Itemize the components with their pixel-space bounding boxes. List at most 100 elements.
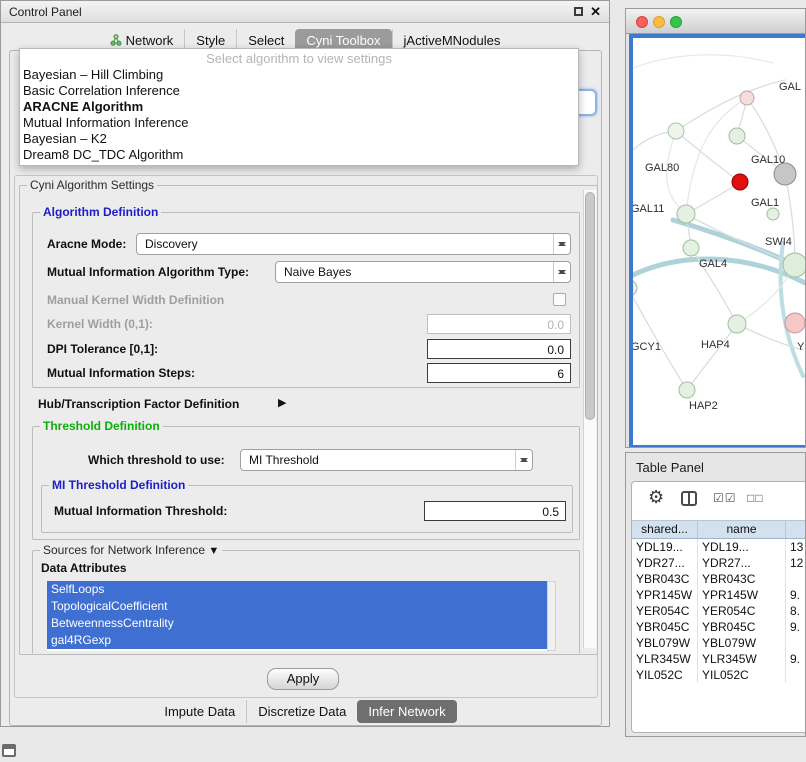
table-row[interactable]: YBL079WYBL079W — [632, 635, 806, 651]
mi-steps-label: Mutual Information Steps: — [47, 366, 195, 380]
kernel-width-input[interactable]: 0.0 — [427, 314, 571, 334]
which-threshold-value: MI Threshold — [249, 453, 319, 467]
network-node[interactable] — [767, 208, 779, 220]
table-cell: YPR145W — [698, 587, 786, 603]
close-traffic-light-icon[interactable] — [636, 16, 648, 28]
which-threshold-label: Which threshold to use: — [88, 453, 225, 467]
tab-impute-data[interactable]: Impute Data — [153, 700, 246, 723]
gear-icon[interactable]: ⚙ — [648, 487, 664, 508]
table-panel-content: ⚙ ☑☑ □□ shared...name YDL19...YDL19...13… — [631, 481, 806, 733]
network-node[interactable] — [729, 128, 745, 144]
table-cell: YLR345W — [632, 651, 698, 667]
table-cell: 12 — [786, 555, 806, 571]
manual-kernel-checkbox[interactable] — [553, 293, 566, 306]
apply-button[interactable]: Apply — [267, 668, 339, 690]
close-icon[interactable]: ✕ — [590, 4, 601, 20]
column-header[interactable] — [786, 521, 806, 538]
network-node[interactable] — [740, 91, 754, 105]
attribute-item-gal4rgexp[interactable]: gal4RGexp — [47, 632, 547, 649]
table-cell: 9. — [786, 587, 806, 603]
table-row[interactable]: YDL19...YDL19...13 — [632, 539, 806, 555]
table-row[interactable]: YLR345WYLR345W9. — [632, 651, 806, 667]
which-threshold-select[interactable]: MI Threshold — [240, 449, 533, 471]
table-cell — [786, 635, 806, 651]
select-rows-icon[interactable]: ☑☑ — [713, 491, 737, 505]
network-node[interactable] — [774, 163, 796, 185]
deselect-rows-icon[interactable]: □□ — [747, 491, 764, 505]
network-view-window: GALGAL80GAL10GAL11GAL1SWI4GAL4GCY1HAP4HA… — [625, 8, 806, 448]
network-node[interactable] — [668, 123, 684, 139]
hub-section-label[interactable]: Hub/Transcription Factor Definition — [38, 397, 239, 411]
network-node[interactable] — [732, 174, 748, 190]
mi-steps-input[interactable]: 6 — [427, 363, 571, 383]
network-node[interactable] — [785, 313, 805, 333]
table-row[interactable]: YBR045CYBR045C9. — [632, 619, 806, 635]
network-edge — [676, 80, 785, 131]
table-header[interactable]: shared...name — [632, 520, 806, 539]
columns-icon[interactable] — [681, 491, 697, 506]
sources-title[interactable]: Sources for Network Inference ▼ — [40, 543, 222, 557]
table-row[interactable]: YIL052CYIL052C — [632, 667, 806, 683]
combo-arrows-icon — [553, 234, 570, 254]
minimized-panel-icon[interactable] — [2, 744, 16, 757]
mi-threshold-input[interactable]: 0.5 — [424, 501, 566, 521]
table-row[interactable]: YPR145WYPR145W9. — [632, 587, 806, 603]
attributes-list-scrollbar[interactable] — [547, 581, 556, 651]
aracne-mode-select[interactable]: Discovery — [136, 233, 571, 255]
attribute-item-selfloops[interactable]: SelfLoops — [47, 581, 547, 598]
table-cell: 9. — [786, 619, 806, 635]
algorithm-option-basic-correlation-inference[interactable]: Basic Correlation Inference — [20, 83, 578, 99]
node-label: GCY1 — [633, 341, 661, 353]
table-cell: 9. — [786, 651, 806, 667]
node-label: SWI4 — [765, 236, 792, 248]
table-panel-title: Table Panel — [636, 460, 704, 475]
control-panel-title: Control Panel — [9, 5, 82, 19]
network-node[interactable] — [633, 280, 637, 296]
float-window-icon[interactable] — [574, 7, 583, 16]
network-node[interactable] — [728, 315, 746, 333]
algorithm-option-bayesian-hill-climbing[interactable]: Bayesian – Hill Climbing — [20, 67, 578, 83]
minimize-traffic-light-icon[interactable] — [653, 16, 665, 28]
algorithm-option-bayesian-k2[interactable]: Bayesian – K2 — [20, 131, 578, 147]
node-label: GAL1 — [751, 197, 779, 209]
mi-threshold-group-title: MI Threshold Definition — [49, 478, 188, 492]
table-row[interactable]: YER054CYER054C8. — [632, 603, 806, 619]
attribute-item-topologicalcoefficient[interactable]: TopologicalCoefficient — [47, 598, 547, 615]
tab-infer-network[interactable]: Infer Network — [357, 700, 456, 723]
table-cell: YIL052C — [632, 667, 698, 683]
kernel-width-label: Kernel Width (0,1): — [47, 317, 153, 331]
algorithm-dropdown-prompt: Select algorithm to view settings — [20, 49, 578, 67]
tab-label: Impute Data — [164, 704, 235, 719]
algorithm-option-mutual-information-inference[interactable]: Mutual Information Inference — [20, 115, 578, 131]
tab-discretize-data[interactable]: Discretize Data — [246, 700, 357, 723]
network-node[interactable] — [783, 253, 806, 277]
network-canvas[interactable]: GALGAL80GAL10GAL11GAL1SWI4GAL4GCY1HAP4HA… — [629, 34, 806, 448]
table-cell: YBR043C — [632, 571, 698, 587]
network-node[interactable] — [679, 382, 695, 398]
network-node[interactable] — [677, 205, 695, 223]
expand-right-icon[interactable]: ▶ — [278, 396, 286, 409]
table-cell: YDL19... — [632, 539, 698, 555]
column-header[interactable]: shared... — [632, 521, 698, 538]
column-header[interactable]: name — [698, 521, 786, 538]
table-row[interactable]: YDR27...YDR27...12 — [632, 555, 806, 571]
expand-down-icon[interactable]: ▼ — [208, 545, 219, 557]
table-cell — [786, 667, 806, 683]
zoom-traffic-light-icon[interactable] — [670, 16, 682, 28]
node-label: Y — [797, 341, 805, 353]
algorithm-option-dream8-dc-tdc-algorithm[interactable]: Dream8 DC_TDC Algorithm — [20, 147, 578, 163]
settings-scrollbar[interactable] — [583, 190, 596, 648]
mi-algorithm-type-select[interactable]: Naive Bayes — [275, 261, 571, 283]
table-cell: YBR043C — [698, 571, 786, 587]
scrollbar-thumb[interactable] — [585, 192, 595, 420]
attribute-item-betweennesscentrality[interactable]: BetweennessCentrality — [47, 615, 547, 632]
table-row[interactable]: YBR043CYBR043C — [632, 571, 806, 587]
network-node[interactable] — [683, 240, 699, 256]
dpi-tolerance-input[interactable]: 0.0 — [427, 339, 571, 359]
threshold-definition-title: Threshold Definition — [40, 419, 163, 433]
network-window-titlebar[interactable] — [626, 9, 805, 34]
aracne-mode-label: Aracne Mode: — [47, 237, 126, 251]
data-attributes-list[interactable]: SelfLoopsTopologicalCoefficientBetweenne… — [47, 581, 547, 651]
dpi-tolerance-value: 0.0 — [547, 343, 564, 357]
algorithm-option-aracne-algorithm[interactable]: ARACNE Algorithm — [20, 99, 578, 115]
